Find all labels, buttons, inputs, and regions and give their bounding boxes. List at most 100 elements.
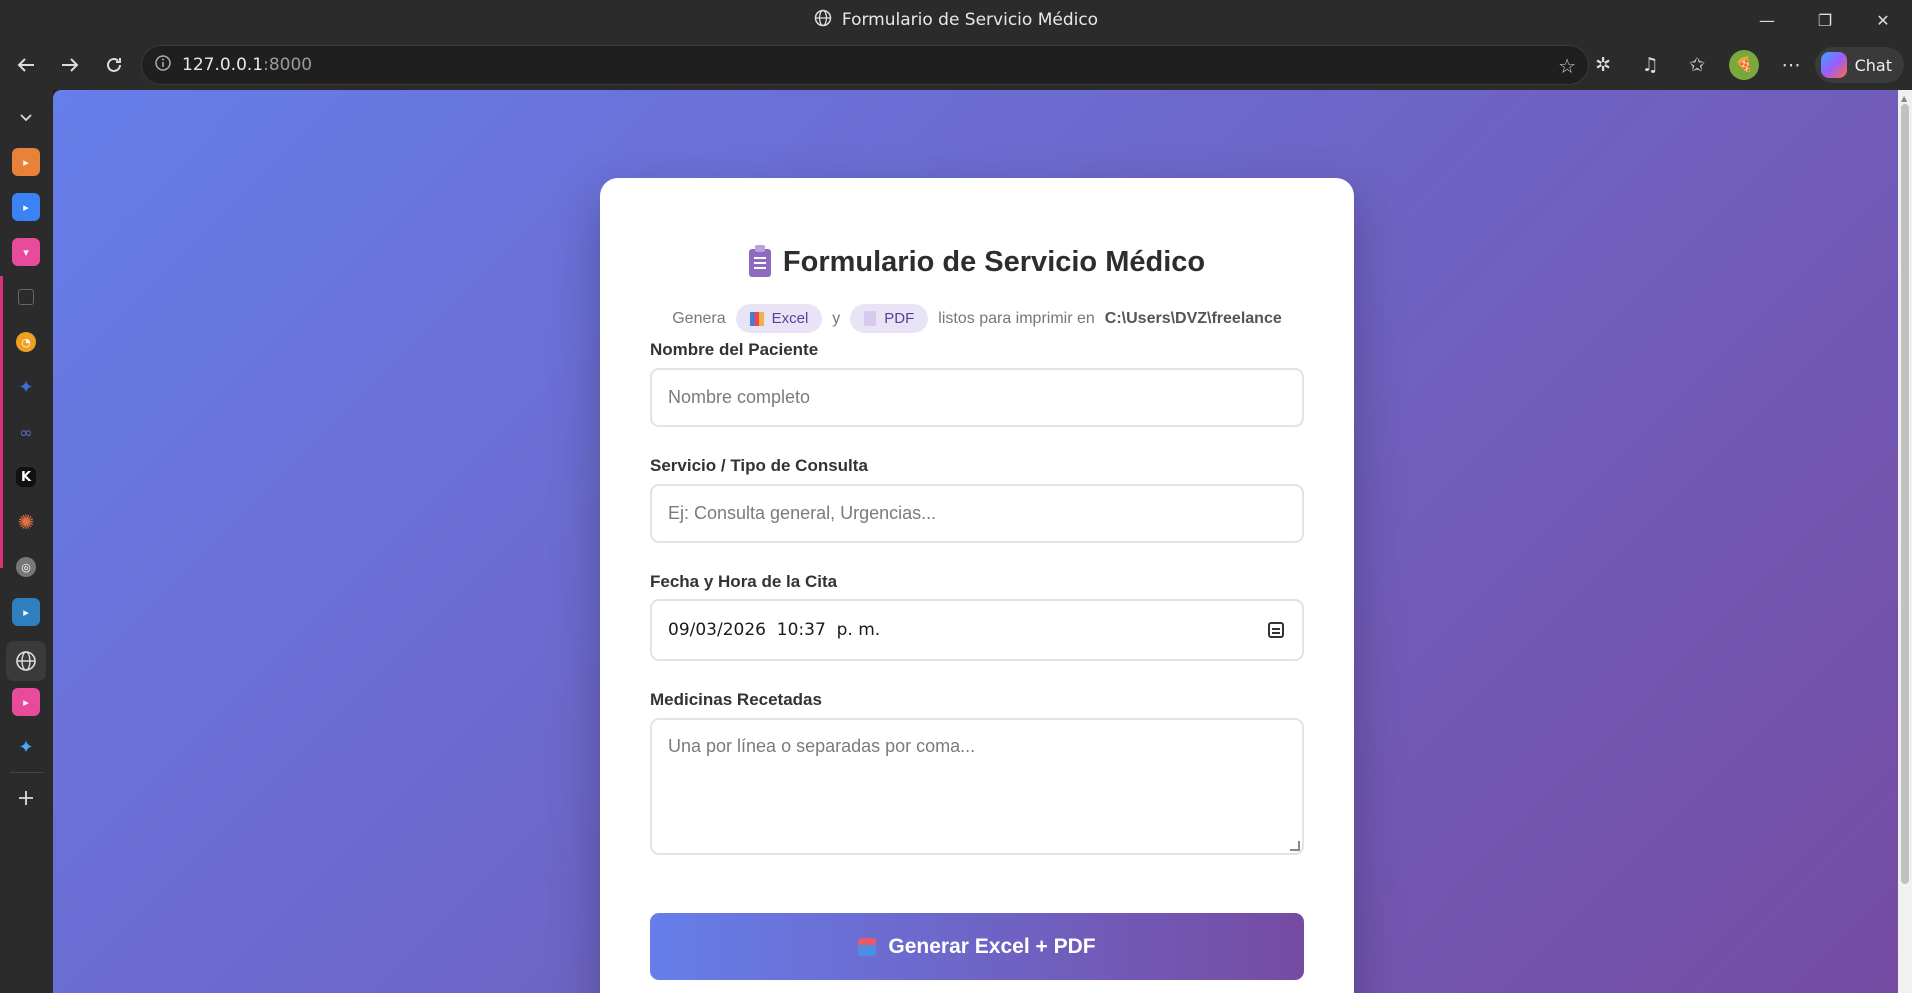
avatar: 🍕 xyxy=(1729,50,1760,80)
sparkle-icon: ✦ xyxy=(18,376,34,398)
profile-button[interactable]: 🍕 xyxy=(1721,40,1768,90)
pdf-badge-label: PDF xyxy=(884,310,915,327)
output-path: C:\Users\DVZ\freelance xyxy=(1104,309,1282,327)
more-dots-icon: ⋯ xyxy=(1781,54,1801,76)
copilot-icon xyxy=(1820,52,1847,78)
forward-arrow-icon xyxy=(62,58,79,72)
close-window-button[interactable]: ✕ xyxy=(1854,0,1912,40)
patient-name-placeholder: Nombre completo xyxy=(668,387,811,407)
url-host: 127.0.0.1 xyxy=(182,55,264,75)
sidebar-divider xyxy=(10,772,44,773)
sparkle-icon: ✦ xyxy=(18,736,34,758)
browser-toolbar: 127.0.0.1:8000 ☆ ✲ ♫ ✩ 🍕 ⋯ Chat xyxy=(0,40,1912,90)
sidebar-app-10[interactable]: ◎ xyxy=(10,551,42,583)
chevron-down-icon xyxy=(20,114,32,122)
sidebar-app-6[interactable]: ✦ xyxy=(10,371,42,403)
subtitle-mid: listos para imprimir en xyxy=(938,309,1095,327)
plus-icon xyxy=(19,791,33,805)
sidebar-app-4[interactable] xyxy=(10,281,42,313)
form-card: Formulario de Servicio Médico Genera Exc… xyxy=(600,178,1354,993)
window-title: Formulario de Servicio Médico xyxy=(814,9,1098,32)
scrollbar-thumb[interactable] xyxy=(1901,104,1909,884)
medicines-textarea[interactable]: Una por línea o separadas por coma... xyxy=(650,718,1304,855)
globe-icon xyxy=(814,9,832,32)
asterisk-icon: ✺ xyxy=(17,510,35,534)
copilot-chat-button[interactable]: Chat xyxy=(1814,47,1904,83)
sidebar-app-3[interactable]: ▾ xyxy=(10,236,42,268)
patient-name-label: Nombre del Paciente xyxy=(650,340,819,359)
sidebar-app-5[interactable]: ◔ xyxy=(10,326,42,358)
url-port: :8000 xyxy=(263,55,313,75)
page-scrollbar[interactable]: ▲ xyxy=(1898,90,1912,993)
sidebar-add-button[interactable] xyxy=(10,782,42,814)
medicines-label: Medicinas Recetadas xyxy=(650,690,822,709)
sidebar-app-7[interactable]: ∞ xyxy=(10,416,42,448)
app-icon: ∞ xyxy=(19,422,33,442)
excel-badge-label: Excel xyxy=(771,310,809,327)
address-bar[interactable]: 127.0.0.1:8000 ☆ xyxy=(141,45,1589,85)
pdf-badge: PDF xyxy=(850,304,929,333)
sidebar-app-13[interactable]: ▸ xyxy=(10,686,42,718)
extensions-button[interactable]: ✲ xyxy=(1580,40,1627,90)
compass-icon: ◔ xyxy=(16,332,36,352)
media-app-icon: ▸ xyxy=(12,148,40,176)
sidebar-app-2[interactable]: ▸ xyxy=(10,191,42,223)
service-type-input[interactable]: Ej: Consulta general, Urgencias... xyxy=(650,484,1304,543)
forward-button[interactable] xyxy=(48,43,92,87)
minimize-button[interactable]: — xyxy=(1738,0,1796,40)
browser-sidebar: ▸ ▸ ▾ ◔ ✦ ∞ K ✺ ◎ ▸ ▸ ✦ xyxy=(0,90,53,993)
back-button[interactable] xyxy=(4,43,48,87)
favorites-button[interactable]: ✩ xyxy=(1674,40,1721,90)
sidebar-app-8[interactable]: K xyxy=(10,461,42,493)
k-icon: K xyxy=(16,467,36,487)
patient-name-input[interactable]: Nombre completo xyxy=(650,368,1304,427)
more-button[interactable]: ⋯ xyxy=(1768,40,1815,90)
excel-badge: Excel xyxy=(735,304,823,333)
sidebar-app-1[interactable]: ▸ xyxy=(10,146,42,178)
window-titlebar: Formulario de Servicio Médico — ❐ ✕ xyxy=(0,0,1912,40)
sidebar-collapse-button[interactable] xyxy=(10,101,42,133)
sidebar-app-9[interactable]: ✺ xyxy=(10,506,42,538)
star-icon[interactable]: ☆ xyxy=(1558,54,1576,78)
page-title-text: Formulario de Servicio Médico xyxy=(782,246,1206,278)
medicines-placeholder: Una por línea o separadas por coma... xyxy=(668,736,976,756)
app-icon xyxy=(18,289,34,305)
chat-label: Chat xyxy=(1854,55,1892,75)
appointment-datetime-input[interactable]: 09/03/2026 10:37 p. m. xyxy=(650,599,1304,661)
media-app-icon: ▸ xyxy=(12,688,40,716)
sidebar-app-14[interactable]: ✦ xyxy=(10,731,42,763)
sidebar-app-11[interactable]: ▸ xyxy=(10,596,42,628)
page-subtitle: Genera Excel y PDF listos para imprimir … xyxy=(600,304,1354,333)
service-type-label: Servicio / Tipo de Consulta xyxy=(650,456,868,475)
sidebar-app-12-active[interactable] xyxy=(6,641,46,681)
music-note-icon: ♫ xyxy=(1641,54,1659,76)
page-viewport: Formulario de Servicio Médico Genera Exc… xyxy=(53,90,1912,993)
generate-button-label: Generar Excel + PDF xyxy=(888,934,1096,958)
generate-button[interactable]: Generar Excel + PDF xyxy=(650,913,1304,980)
media-app-icon: ▸ xyxy=(12,193,40,221)
scroll-up-icon[interactable]: ▲ xyxy=(1901,94,1907,103)
app-icon: ◎ xyxy=(16,557,36,577)
back-arrow-icon xyxy=(17,58,34,72)
page-title: Formulario de Servicio Médico xyxy=(600,244,1354,279)
calendar-icon[interactable] xyxy=(1268,622,1284,638)
window-title-text: Formulario de Servicio Médico xyxy=(841,10,1099,30)
subtitle-and: y xyxy=(832,309,841,327)
appointment-datetime-value: 09/03/2026 10:37 p. m. xyxy=(668,620,881,640)
media-app-icon: ▸ xyxy=(12,598,40,626)
resize-handle-icon[interactable] xyxy=(1290,841,1300,851)
subtitle-prefix: Genera xyxy=(672,309,726,327)
appointment-datetime-label: Fecha y Hora de la Cita xyxy=(650,572,838,591)
reload-icon xyxy=(107,57,121,72)
restore-button[interactable]: ❐ xyxy=(1796,0,1854,40)
media-button[interactable]: ♫ xyxy=(1627,40,1674,90)
media-app-icon: ▾ xyxy=(12,238,40,266)
site-info-icon[interactable] xyxy=(154,54,172,76)
sidebar-group-accent xyxy=(0,276,3,568)
reload-button[interactable] xyxy=(92,43,136,87)
puzzle-icon: ✲ xyxy=(1595,54,1612,76)
service-type-placeholder: Ej: Consulta general, Urgencias... xyxy=(668,503,937,523)
document-icon xyxy=(864,311,877,326)
clipboard-icon xyxy=(748,244,771,277)
favorites-star-icon: ✩ xyxy=(1689,54,1706,76)
